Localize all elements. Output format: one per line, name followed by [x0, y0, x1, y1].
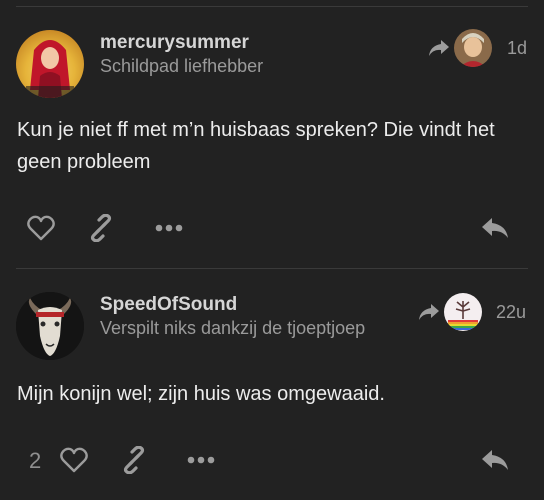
post-content: Kun je niet ff met m’n huisbaas spreken?…	[17, 119, 495, 173]
avatar[interactable]	[16, 292, 84, 360]
post-actions: 2	[0, 440, 544, 480]
like-button[interactable]	[59, 446, 89, 474]
reply-to-arrow-icon	[418, 303, 440, 321]
like-button[interactable]	[26, 214, 56, 242]
avatar[interactable]	[16, 30, 84, 98]
link-icon	[123, 446, 145, 474]
share-link-button[interactable]	[86, 214, 116, 242]
heart-icon	[27, 215, 55, 241]
ellipsis-icon	[187, 456, 215, 464]
reply-to-avatar[interactable]	[454, 29, 492, 67]
post-divider	[16, 268, 528, 269]
username[interactable]: SpeedOfSound	[100, 294, 237, 316]
more-options-button[interactable]	[154, 220, 184, 236]
username[interactable]: mercurysummer	[100, 32, 249, 54]
reply-button[interactable]	[480, 448, 510, 472]
user-title: Verspilt niks dankzij de tjoeptjoep	[100, 318, 366, 338]
top-divider	[16, 6, 528, 7]
reply-to-indicator[interactable]	[428, 29, 492, 67]
reply-button[interactable]	[480, 216, 510, 240]
heart-icon	[60, 447, 88, 473]
reply-to-avatar[interactable]	[444, 293, 482, 331]
user-title: Schildpad liefhebber	[100, 56, 264, 76]
share-link-button[interactable]	[119, 446, 149, 474]
like-count[interactable]: 2	[29, 448, 41, 474]
reply-icon	[482, 218, 508, 238]
post-actions	[0, 208, 544, 248]
more-options-button[interactable]	[186, 452, 216, 468]
reply-to-arrow-icon	[428, 39, 450, 57]
post-date[interactable]: 22u	[496, 302, 526, 323]
post-date[interactable]: 1d	[507, 38, 527, 59]
post-content: Mijn konijn wel; zijn huis was omgewaaid…	[17, 383, 385, 405]
reply-icon	[482, 450, 508, 470]
reply-to-indicator[interactable]	[418, 293, 482, 331]
link-icon	[90, 214, 112, 242]
ellipsis-icon	[155, 224, 183, 232]
